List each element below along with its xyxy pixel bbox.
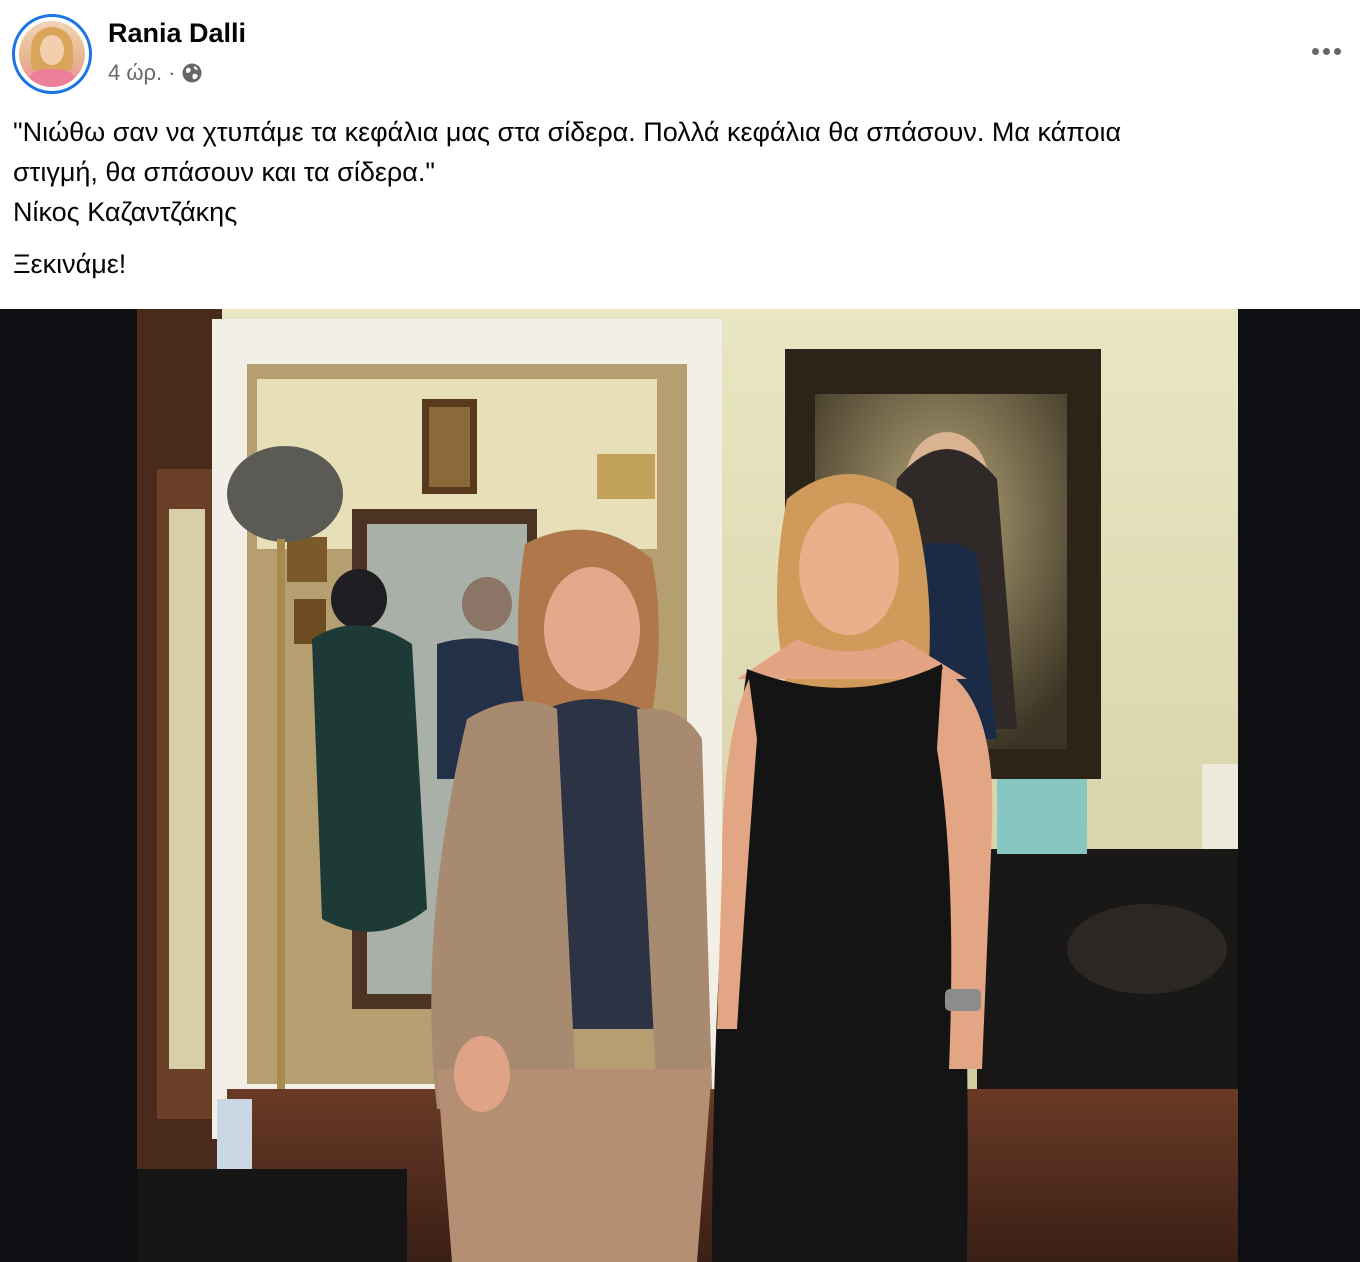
author-avatar[interactable] — [12, 14, 92, 94]
post-photo[interactable] — [137, 309, 1238, 1262]
avatar-image — [19, 21, 85, 87]
quote-author: Νίκος Καζαντζάκης — [13, 197, 238, 227]
more-options-icon — [1311, 47, 1319, 55]
author-name[interactable]: Rania Dalli — [108, 18, 246, 49]
photo-container — [0, 309, 1360, 1262]
meta-separator: · — [168, 60, 176, 85]
closing-line: Ξεκινάμε! — [13, 249, 127, 279]
more-options-button[interactable] — [1302, 30, 1350, 72]
quote-line-2: στιγμή, θα σπάσουν και τα σίδερα." — [13, 157, 435, 187]
quote-line-1: "Νιώθω σαν να χτυπάμε τα κεφάλια μας στα… — [13, 117, 1122, 147]
post-meta: 4 ώρ. · — [108, 60, 203, 86]
globe-icon[interactable] — [181, 62, 203, 84]
post-timestamp[interactable]: 4 ώρ. — [108, 60, 162, 86]
post-message: "Νιώθω σαν να χτυπάμε τα κεφάλια μας στα… — [13, 112, 1343, 284]
post-header: Rania Dalli 4 ώρ. · — [0, 0, 1360, 100]
